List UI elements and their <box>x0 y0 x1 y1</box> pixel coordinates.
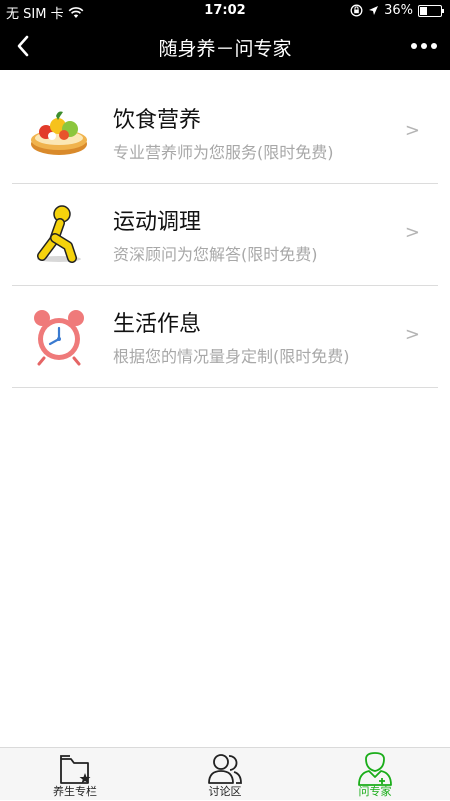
status-right: 36% <box>350 3 444 18</box>
service-title: 生活作息 <box>113 312 202 337</box>
tab-bar: 养生专栏 讨论区 问专家 <box>0 747 450 800</box>
nav-bar: 随身养－问专家 <box>0 22 450 70</box>
service-subtitle: 资深顾问为您解答(限时免费) <box>113 245 318 264</box>
location-arrow-icon <box>369 6 379 15</box>
tab-label: 讨论区 <box>208 785 242 798</box>
battery-icon <box>418 4 444 17</box>
doctor-icon <box>358 752 392 786</box>
tab-label: 问专家 <box>358 785 392 798</box>
more-dots-icon[interactable] <box>410 34 438 58</box>
service-list: 饮食营养 专业营养师为您服务(限时免费) > 运动调理 资深顾问为您解答(限时免… <box>0 82 450 388</box>
orientation-lock-icon <box>350 4 363 17</box>
chevron-right-icon: > <box>404 120 420 141</box>
tab-label: 养生专栏 <box>53 785 97 798</box>
fruit-tart-icon <box>31 111 87 155</box>
folder-star-icon <box>60 755 91 784</box>
chevron-right-icon: > <box>404 222 420 243</box>
tab-ask-expert[interactable]: 问专家 <box>300 748 450 801</box>
alarm-clock-icon <box>34 310 84 366</box>
chevron-right-icon: > <box>404 324 420 345</box>
service-subtitle: 专业营养师为您服务(限时免费) <box>113 143 334 162</box>
battery-percent: 36% <box>384 3 413 18</box>
tab-health-column[interactable]: 养生专栏 <box>0 748 150 801</box>
service-title: 饮食营养 <box>113 108 202 133</box>
service-title: 运动调理 <box>113 210 202 235</box>
service-item-exercise[interactable]: 运动调理 资深顾问为您解答(限时免费) > <box>12 184 438 286</box>
tab-discussion[interactable]: 讨论区 <box>150 748 300 801</box>
people-icon <box>208 754 242 784</box>
service-item-lifestyle[interactable]: 生活作息 根据您的情况量身定制(限时免费) > <box>12 286 438 388</box>
service-item-diet[interactable]: 饮食营养 专业营养师为您服务(限时免费) > <box>12 82 438 184</box>
status-bar: 无 SIM 卡 17:02 36% <box>0 0 450 22</box>
page-title: 随身养－问专家 <box>158 38 292 60</box>
service-subtitle: 根据您的情况量身定制(限时免费) <box>113 347 350 366</box>
battery-fill <box>420 6 427 15</box>
running-man-icon <box>37 205 81 263</box>
